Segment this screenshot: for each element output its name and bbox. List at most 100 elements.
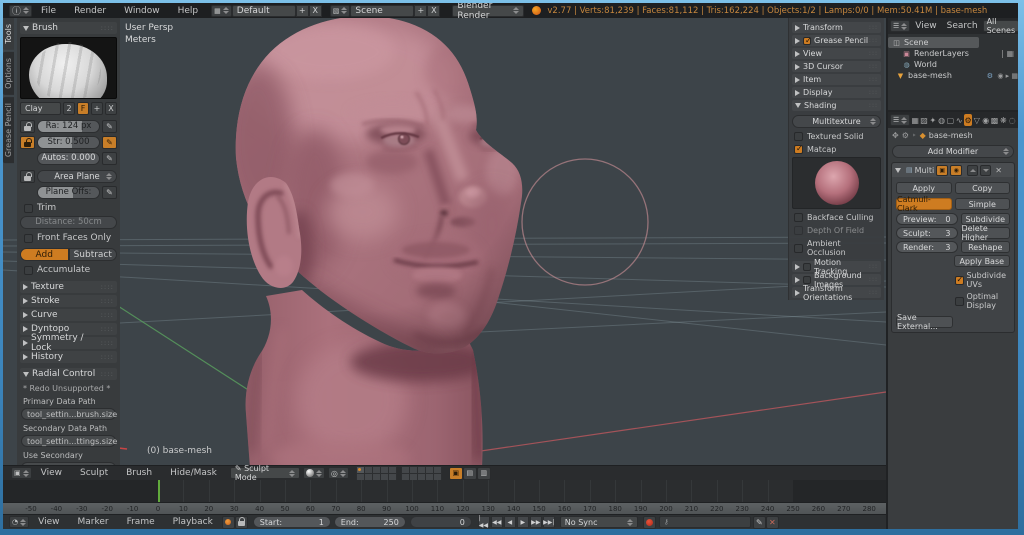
textured-solid-checkbox[interactable]: [794, 132, 803, 141]
current-frame-indicator[interactable]: [158, 480, 160, 502]
scene-name[interactable]: Scene: [350, 5, 414, 17]
transform-panel-header[interactable]: Transform:::: [792, 22, 881, 33]
subtract-mode-button[interactable]: Subtract: [69, 248, 118, 261]
layers-grid-2[interactable]: [402, 467, 441, 480]
tab-render-layers[interactable]: ▨: [920, 114, 928, 126]
outliner-item-world[interactable]: ◍World: [888, 59, 1018, 70]
radial-control-panel-header[interactable]: Radial Control::::: [20, 368, 117, 380]
timeline-menu-marker[interactable]: Marker: [68, 517, 117, 527]
layers-grid-1[interactable]: [357, 467, 396, 480]
mode-select[interactable]: ✎ Sculpt Mode: [230, 467, 300, 479]
brush-datablock-name[interactable]: Clay: [20, 102, 61, 115]
tab-modifiers[interactable]: ⚙: [964, 114, 972, 126]
secondary-data-path-field[interactable]: tool_settin...ttings.size: [21, 435, 116, 447]
radius-unified-lock[interactable]: [20, 120, 35, 133]
stroke-panel-header[interactable]: Stroke::::: [20, 295, 117, 307]
tab-tools[interactable]: Tools: [3, 18, 14, 50]
jump-to-end-button[interactable]: ▶▶|: [543, 516, 555, 528]
optimal-display-checkbox[interactable]: [955, 297, 964, 306]
tab-material[interactable]: ◉: [982, 114, 990, 126]
timeline-menu-frame[interactable]: Frame: [118, 517, 164, 527]
sync-mode-select[interactable]: No Sync: [560, 516, 638, 528]
item-panel-header[interactable]: Item:::: [792, 74, 881, 85]
modifier-visibility-toggle[interactable]: ◉: [950, 165, 962, 176]
tab-world[interactable]: ◍: [938, 114, 946, 126]
modifier-render-toggle[interactable]: ▣: [936, 165, 948, 176]
outliner-menu-view[interactable]: View: [910, 21, 941, 31]
texture-panel-header[interactable]: Texture::::: [20, 281, 117, 293]
trim-checkbox[interactable]: [24, 204, 33, 213]
add-modifier-select[interactable]: Add Modifier: [892, 145, 1014, 158]
start-frame-field[interactable]: Start:1: [253, 516, 331, 528]
tab-physics[interactable]: ◌: [1008, 114, 1016, 126]
next-keyframe-button[interactable]: ▶▶: [530, 516, 542, 528]
jump-to-start-button[interactable]: |◀◀: [478, 516, 490, 528]
snap-toggle[interactable]: ▣: [449, 467, 463, 480]
editor-type-properties-button[interactable]: ☰: [890, 114, 910, 126]
editor-type-outliner-button[interactable]: ☰: [890, 20, 910, 32]
radius-slider[interactable]: Ra: 124 px: [37, 120, 100, 133]
scene-icon[interactable]: ▧: [330, 5, 351, 17]
keyinglock-toggle[interactable]: [235, 516, 248, 529]
cursor-panel-header[interactable]: 3D Cursor:::: [792, 61, 881, 72]
subdivide-uvs-checkbox[interactable]: [955, 276, 964, 285]
strength-unified-lock[interactable]: [20, 136, 35, 149]
radius-pressure-toggle[interactable]: ✎: [102, 120, 117, 133]
modifier-move-up[interactable]: [967, 165, 978, 176]
timeline-menu-view[interactable]: View: [29, 517, 68, 527]
tab-data[interactable]: ▽: [973, 114, 981, 126]
sculpt-level-slider[interactable]: Sculpt:3: [896, 227, 958, 239]
view3d-menu-hidemask[interactable]: Hide/Mask: [161, 468, 226, 478]
editor-type-3dview-button[interactable]: ▣: [11, 467, 32, 479]
delete-layout-button[interactable]: X: [309, 5, 322, 17]
prev-keyframe-button[interactable]: ◀◀: [491, 516, 503, 528]
apply-base-button[interactable]: Apply Base: [954, 255, 1011, 267]
tab-texture[interactable]: ▩: [991, 114, 999, 126]
fake-user-button[interactable]: F: [77, 102, 89, 115]
plane-lock-icon[interactable]: [20, 170, 35, 183]
outliner-item-base-mesh[interactable]: ▼base-mesh⚙ ◉ ▸ ▦: [888, 70, 1018, 81]
render-engine-select[interactable]: Blender Render: [452, 5, 524, 17]
plane-offset-slider[interactable]: Plane Offs: 0m: [37, 186, 100, 199]
delete-higher-button[interactable]: Delete Higher: [961, 227, 1011, 239]
backface-culling-checkbox[interactable]: [794, 213, 803, 222]
front-faces-checkbox[interactable]: [24, 234, 33, 243]
outliner-filter-select[interactable]: All Scenes: [983, 20, 1018, 32]
viewport-shading-select[interactable]: [303, 467, 325, 479]
outliner-menu-search[interactable]: Search: [942, 21, 983, 31]
current-frame-field[interactable]: 0: [410, 516, 472, 528]
menu-render[interactable]: Render: [65, 6, 115, 16]
keying-set-field[interactable]: ⚷: [659, 516, 751, 528]
curve-panel-header[interactable]: Curve::::: [20, 309, 117, 321]
shading-panel-header[interactable]: Shading:::: [792, 100, 881, 111]
strength-pressure-toggle[interactable]: ✎: [102, 136, 117, 149]
ambient-occlusion-checkbox[interactable]: [794, 244, 803, 253]
grease-pencil-panel-header[interactable]: Grease Pencil:::: [792, 35, 881, 46]
record-button[interactable]: [643, 516, 656, 529]
add-layout-button[interactable]: +: [296, 5, 309, 17]
simple-button[interactable]: Simple: [955, 198, 1011, 210]
preview-level-slider[interactable]: Preview:0: [896, 213, 958, 225]
transform-orientations-panel-header[interactable]: Transform Orientations:::: [792, 287, 881, 298]
brush-panel-header[interactable]: Brush::::: [20, 22, 117, 34]
delete-scene-button[interactable]: X: [427, 5, 440, 17]
outliner-item-scene[interactable]: ◫Scene: [888, 37, 979, 48]
timeline-tracks[interactable]: [3, 480, 886, 502]
view3d-menu-sculpt[interactable]: Sculpt: [71, 468, 117, 478]
render-level-slider[interactable]: Render:3: [896, 241, 958, 253]
tab-object[interactable]: ▢: [947, 114, 955, 126]
view3d-menu-brush[interactable]: Brush: [117, 468, 161, 478]
insert-keyframe-button[interactable]: ✎: [753, 516, 766, 529]
dof-checkbox[interactable]: [794, 226, 803, 235]
unlink-brush-button[interactable]: X: [105, 102, 117, 115]
render-opengl-button[interactable]: ▤: [463, 467, 477, 480]
reshape-button[interactable]: Reshape: [961, 241, 1011, 253]
tab-grease-pencil[interactable]: Grease Pencil: [3, 97, 14, 163]
modifier-move-down[interactable]: [980, 165, 991, 176]
autokey-toggle[interactable]: [222, 516, 235, 529]
plane-offset-toggle[interactable]: ✎: [102, 186, 117, 199]
menu-file[interactable]: File: [32, 6, 65, 16]
tab-particles[interactable]: ❋: [999, 114, 1007, 126]
primary-data-path-field[interactable]: tool_settin...brush.size: [21, 408, 116, 420]
end-frame-field[interactable]: End:250: [334, 516, 406, 528]
